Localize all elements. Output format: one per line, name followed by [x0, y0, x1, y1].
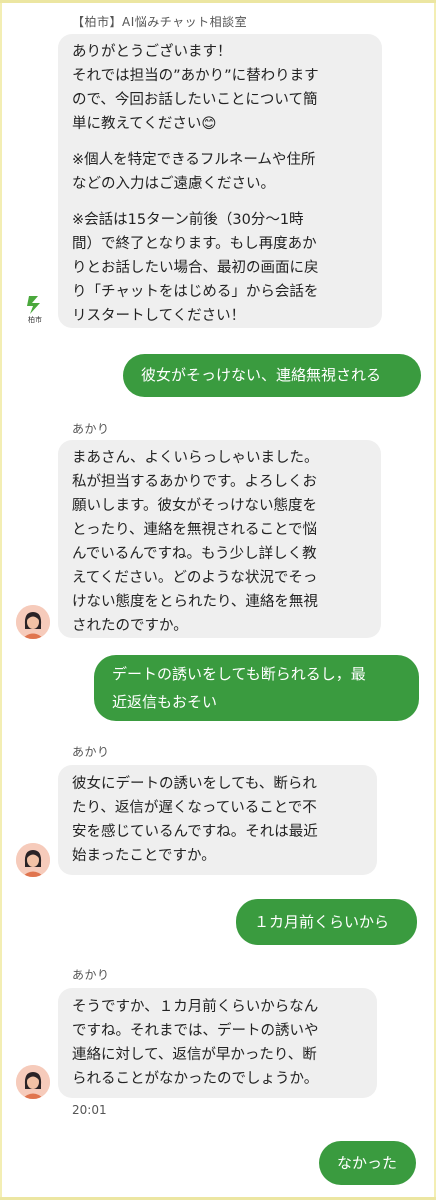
- akari-message-bubble: まあさん、よくいらっしゃいました。 私が担当するあかりです。よろしくお 願いしま…: [58, 440, 381, 638]
- message-line: 連絡に対して、返信が早かったり、断: [72, 1047, 317, 1063]
- kashiwa-city-logo: 柏市: [24, 294, 46, 324]
- message-line: などの入力はご遠慮ください。: [72, 176, 275, 192]
- message-line: リスタートしてください！: [72, 308, 246, 324]
- message-line: けない態度をとられたり、連絡を無視: [72, 594, 318, 610]
- akari-avatar-icon: [16, 1065, 50, 1099]
- message-line: まあさん、よくいらっしゃいました。: [72, 450, 319, 466]
- user-message-bubble: なかった: [319, 1141, 416, 1185]
- message-line: ※個人を特定できるフルネームや住所: [72, 152, 316, 168]
- message-line: ※会話は15ターン前後（30分〜1時: [72, 212, 304, 228]
- message-line: そうですか、１カ月前くらいからなん: [72, 999, 319, 1015]
- message-line: んでいるんですね。もう少し詳しく教: [72, 546, 317, 562]
- akari-message-bubble: 彼女にデートの誘いをしても、断られ たり、返信が遅くなっていることで不 安を感じ…: [58, 765, 377, 875]
- message-line: されたのですか。: [72, 618, 188, 634]
- bot-intro-bubble: ありがとうございます！ それでは担当の”あかり”に替わります ので、今回お話した…: [58, 34, 382, 328]
- message-line: それでは担当の”あかり”に替わります: [72, 68, 319, 84]
- message-line: りとお話したい場合、最初の画面に戻: [72, 260, 319, 276]
- akari-avatar: [16, 843, 50, 877]
- message-line: ですね。それまでは、デートの誘いや: [72, 1023, 319, 1039]
- top-border: [0, 0, 436, 3]
- user-message-bubble: 彼女がそっけない、連絡無視される: [123, 354, 421, 397]
- message-line: 彼女にデートの誘いをしても、断られ: [72, 776, 317, 792]
- message-line: デートの誘いをしても断られるし，最: [112, 665, 366, 683]
- message-line: 私が担当するあかりです。よろしくお: [72, 474, 318, 490]
- user-message-bubble: １カ月前くらいから: [236, 899, 417, 945]
- message-line: られることがなかったのでしょうか。: [72, 1071, 319, 1087]
- sender-name: あかり: [72, 422, 110, 436]
- akari-avatar-icon: [16, 605, 50, 639]
- message-line: 安を感じているんですね。それは最近: [72, 824, 318, 840]
- kashiwa-logo-icon: 柏市: [27, 296, 42, 324]
- message-line: 始まったことですか。: [72, 848, 216, 864]
- message-line: り「チャットをはじめる」から会話を: [72, 284, 319, 300]
- message-line: とったり、連絡を無視されることで悩: [72, 522, 318, 538]
- user-message-bubble: デートの誘いをしても断られるし，最 近返信もおそい: [94, 655, 419, 721]
- message-line: 単に教えてください😊: [72, 116, 217, 132]
- akari-message-bubble: そうですか、１カ月前くらいからなん ですね。それまでは、デートの誘いや 連絡に対…: [58, 988, 377, 1098]
- message-line: ありがとうございます！: [72, 44, 232, 60]
- sender-name: あかり: [72, 968, 110, 982]
- message-line: ので、今回お話したいことについて簡: [72, 92, 318, 108]
- message-timestamp: 20:01: [72, 1103, 107, 1117]
- sender-name: あかり: [72, 745, 110, 759]
- message-line: 近返信もおそい: [112, 693, 218, 711]
- message-line: えてください。どのような状況でそっ: [72, 570, 318, 586]
- akari-avatar: [16, 605, 50, 639]
- chat-title: 【柏市】AI悩みチャット相談室: [72, 15, 248, 29]
- akari-avatar-icon: [16, 843, 50, 877]
- akari-avatar: [16, 1065, 50, 1099]
- message-line: 間）で終了となります。もし再度あか: [72, 236, 317, 252]
- message-line: 願いします。彼女がそっけない態度を: [72, 498, 318, 514]
- logo-text: 柏市: [28, 315, 42, 324]
- message-line: たり、返信が遅くなっていることで不: [72, 800, 317, 816]
